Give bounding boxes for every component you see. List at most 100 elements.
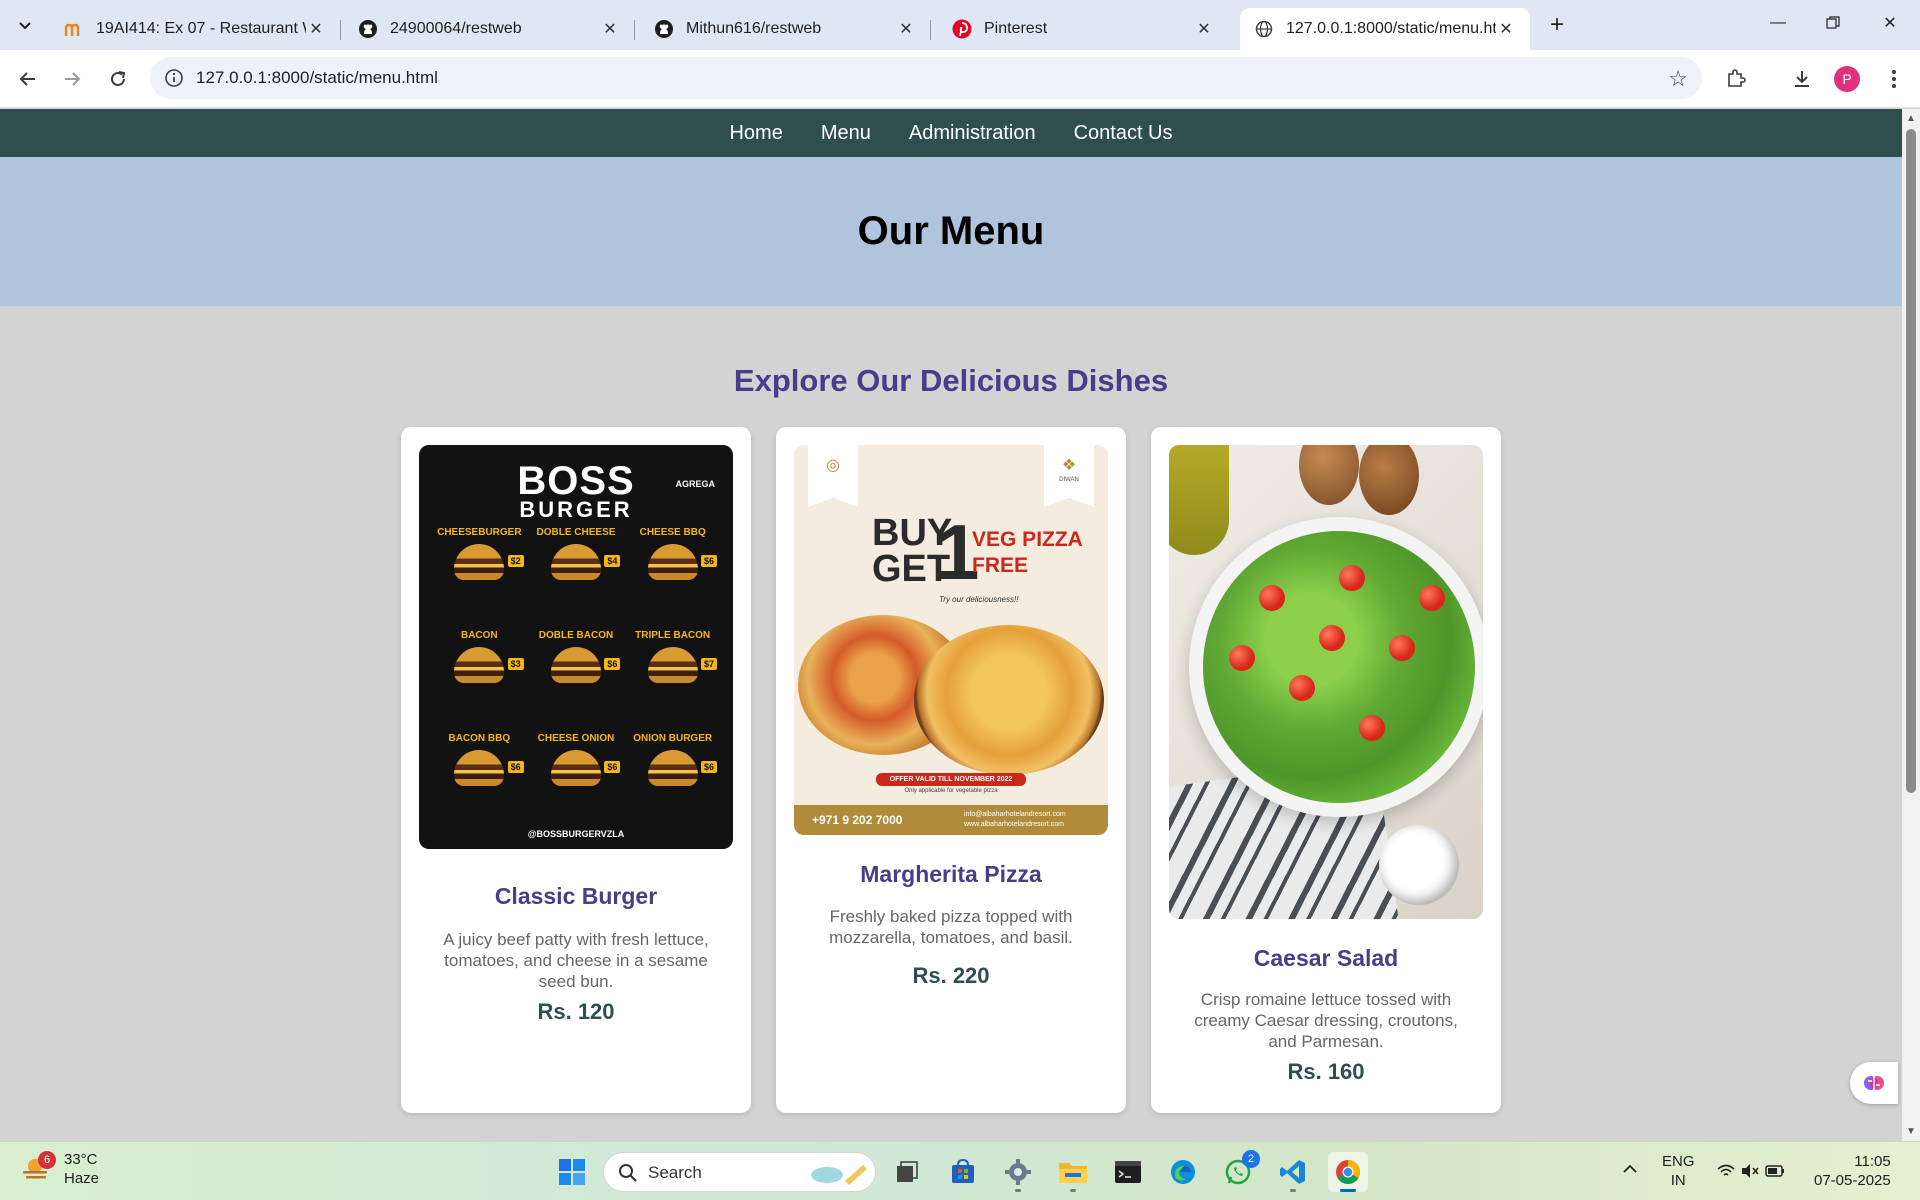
browser-menu-button[interactable]	[1880, 65, 1908, 93]
forward-button[interactable]	[56, 63, 88, 95]
system-tray-icons[interactable]	[1716, 1162, 1786, 1185]
pizza-offer-banner: OFFER VALID TILL NOVEMBER 2022	[876, 773, 1026, 786]
scroll-down-icon[interactable]: ▼	[1906, 1126, 1916, 1137]
taskbar-app-terminal[interactable]	[1108, 1152, 1148, 1192]
browser-tab[interactable]: 19AI414: Ex 07 - Restaurant We ✕	[50, 8, 341, 50]
close-tab-icon[interactable]: ✕	[600, 19, 620, 39]
browser-toolbar: 127.0.0.1:8000/static/menu.html ☆	[0, 50, 1920, 108]
burger-item-price: $6	[507, 761, 524, 773]
weather-text: 33°C Haze	[64, 1150, 99, 1188]
profile-avatar[interactable]: P	[1834, 66, 1860, 92]
bookmark-star-icon[interactable]: ☆	[1668, 66, 1688, 92]
taskbar-app-store[interactable]	[943, 1152, 983, 1192]
burger-poster-grid: CHEESEBURGER $2 DOBLE CHEESE $4 CHEESE BBQ…	[431, 527, 721, 828]
page-title: Our Menu	[857, 209, 1045, 253]
pizza-veg-offer: VEG PIZZA FREE	[972, 527, 1083, 579]
burger-poster-item: CHEESE BBQ $6	[624, 527, 721, 622]
pizza-free-text: FREE	[972, 554, 1029, 577]
edge-icon	[1171, 1160, 1195, 1184]
burger-item-price: $6	[700, 761, 717, 773]
start-button[interactable]	[552, 1152, 592, 1192]
downloads-button[interactable]	[1788, 65, 1816, 93]
clock[interactable]: 11:05 07-05-2025	[1814, 1152, 1891, 1190]
close-window-button[interactable]: ✕	[1870, 8, 1910, 38]
burger-item-price: $7	[700, 658, 717, 670]
browser-tab[interactable]: Mithun616/restweb ✕	[640, 8, 931, 50]
weather-alert-badge: 6	[38, 1151, 56, 1169]
burger-item-name: BACON BBQ	[448, 733, 511, 744]
pizza-veg-text: VEG PIZZA	[972, 528, 1083, 551]
tomato	[1319, 625, 1345, 651]
new-tab-button[interactable]: +	[1542, 10, 1572, 40]
github-icon	[358, 19, 378, 39]
reload-button[interactable]	[102, 63, 134, 95]
pizza-website: www.albaharhotelandresort.com	[964, 821, 1064, 828]
language-indicator[interactable]: ENG IN	[1662, 1152, 1695, 1190]
restore-icon	[1826, 16, 1840, 29]
language-code: ENG	[1662, 1153, 1695, 1170]
dish-description: A juicy beef patty with fresh lettuce, t…	[443, 930, 709, 991]
taskbar-app-whatsapp[interactable]: 2	[1218, 1150, 1260, 1192]
url-text[interactable]: 127.0.0.1:8000/static/menu.html	[196, 68, 438, 88]
taskbar-app-vscode[interactable]	[1273, 1152, 1313, 1192]
scrollbar-thumb[interactable]	[1906, 129, 1916, 793]
tab-title: Mithun616/restweb	[686, 20, 822, 37]
tray-overflow-button[interactable]	[1622, 1160, 1638, 1179]
nav-link-menu[interactable]: Menu	[821, 122, 871, 145]
burger-menu-image: BOSS BURGER AGREGA CHEESEBURGER $2 DOBLE …	[419, 445, 733, 849]
menu-card-salad: Caesar Salad Crisp romaine lettuce tosse…	[1151, 427, 1501, 1113]
pizza-poster-footer: +971 9 202 7000 info@albaharhotelandreso…	[794, 805, 1108, 835]
nav-link-home[interactable]: Home	[729, 122, 782, 145]
taskbar-app-file-explorer[interactable]	[1053, 1152, 1093, 1192]
task-view-button[interactable]	[887, 1152, 927, 1192]
browser-tab-active[interactable]: 127.0.0.1:8000/static/menu.htm ✕	[1240, 8, 1530, 50]
burger-item-name: BACON	[460, 630, 498, 641]
tab-search-button[interactable]	[10, 10, 40, 40]
hotel-logo-icon: ◎	[808, 445, 858, 507]
terminal-icon	[1115, 1161, 1141, 1183]
taskbar-app-edge[interactable]	[1163, 1152, 1203, 1192]
extensions-button[interactable]	[1722, 65, 1750, 93]
site-navigation: Home Menu Administration Contact Us	[0, 109, 1902, 157]
taskbar-app-chrome[interactable]	[1328, 1152, 1368, 1192]
menu-card-burger: BOSS BURGER AGREGA CHEESEBURGER $2 DOBLE …	[401, 427, 751, 1113]
tab-title: 127.0.0.1:8000/static/menu.htm	[1286, 20, 1496, 37]
page-scrollbar[interactable]: ▲ ▼	[1902, 109, 1920, 1141]
dish-price: Rs. 120	[537, 999, 615, 1024]
burger-icon	[550, 544, 601, 580]
close-tab-icon[interactable]: ✕	[896, 19, 916, 39]
taskbar-app-settings[interactable]	[998, 1152, 1038, 1192]
restore-window-button[interactable]	[1813, 8, 1853, 38]
floating-assistant-button[interactable]	[1850, 1062, 1898, 1104]
burger-poster-item: ONION BURGER $6	[624, 733, 721, 828]
arrow-right-icon	[65, 72, 81, 86]
burger-icon	[550, 647, 601, 683]
pizza-email: info@albaharhotelandresort.com	[964, 811, 1066, 818]
menu-card-pizza: ◎ ❖ DIWAN BUY GET 1 VEG PIZZA FREE Try our …	[776, 427, 1126, 1113]
burger-item-price: $6	[604, 761, 621, 773]
tomato	[1389, 635, 1415, 661]
page-header: Our Menu	[0, 157, 1902, 306]
tomato	[1419, 585, 1445, 611]
brain-icon	[1864, 1076, 1884, 1090]
close-tab-icon[interactable]: ✕	[1496, 19, 1516, 39]
minimize-window-button[interactable]: —	[1758, 8, 1798, 38]
salad-image	[1169, 445, 1483, 919]
download-icon	[1795, 71, 1809, 87]
back-button[interactable]	[12, 63, 44, 95]
site-info-icon[interactable]	[164, 68, 184, 88]
browser-tab[interactable]: Pinterest ✕	[938, 8, 1228, 50]
close-tab-icon[interactable]: ✕	[1194, 19, 1214, 39]
weather-condition: Haze	[64, 1170, 100, 1187]
nav-link-administration[interactable]: Administration	[909, 122, 1036, 145]
burger-item-name: DOBLE CHEESE	[536, 527, 616, 538]
address-bar[interactable]: 127.0.0.1:8000/static/menu.html ☆	[150, 57, 1702, 99]
close-tab-icon[interactable]: ✕	[306, 19, 326, 39]
weather-widget[interactable]: 6 33°C Haze	[20, 1150, 99, 1188]
scroll-up-icon[interactable]: ▲	[1906, 113, 1916, 124]
browser-tab[interactable]: 24900064/restweb ✕	[344, 8, 635, 50]
taskbar-search[interactable]: Search	[603, 1152, 876, 1192]
nav-link-contact-us[interactable]: Contact Us	[1074, 122, 1173, 145]
whatsapp-badge: 2	[1242, 1150, 1260, 1168]
burger-poster-item: BACON $3	[431, 630, 528, 725]
